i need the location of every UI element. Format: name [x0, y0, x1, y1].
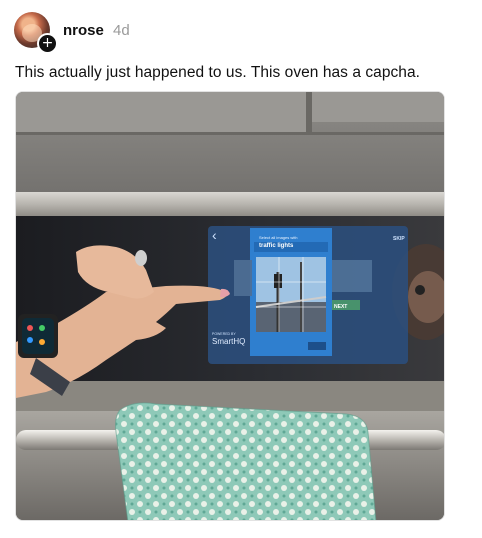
- username[interactable]: nrose: [63, 22, 104, 39]
- plus-icon: +: [41, 35, 54, 51]
- next-label: NEXT: [334, 304, 347, 310]
- oven-scene: ‹ Select all images with traffic lights …: [16, 92, 444, 520]
- captcha-instruction: Select all images with: [259, 235, 297, 240]
- post-caption: This actually just happened to us. This …: [15, 64, 420, 81]
- post-card: + nrose 4d This actually just happened t…: [0, 0, 482, 538]
- post-photo[interactable]: ‹ Select all images with traffic lights …: [15, 91, 445, 521]
- brand-name: SmartHQ: [212, 337, 245, 346]
- follow-button[interactable]: +: [37, 33, 58, 54]
- timestamp: 4d: [113, 22, 130, 39]
- avatar-wrap[interactable]: +: [14, 12, 58, 54]
- back-icon: ‹: [212, 227, 217, 243]
- captcha-target: traffic lights: [259, 243, 294, 249]
- skip-label: SKIP: [393, 236, 405, 242]
- brand-prefix: POWERED BY: [212, 332, 236, 336]
